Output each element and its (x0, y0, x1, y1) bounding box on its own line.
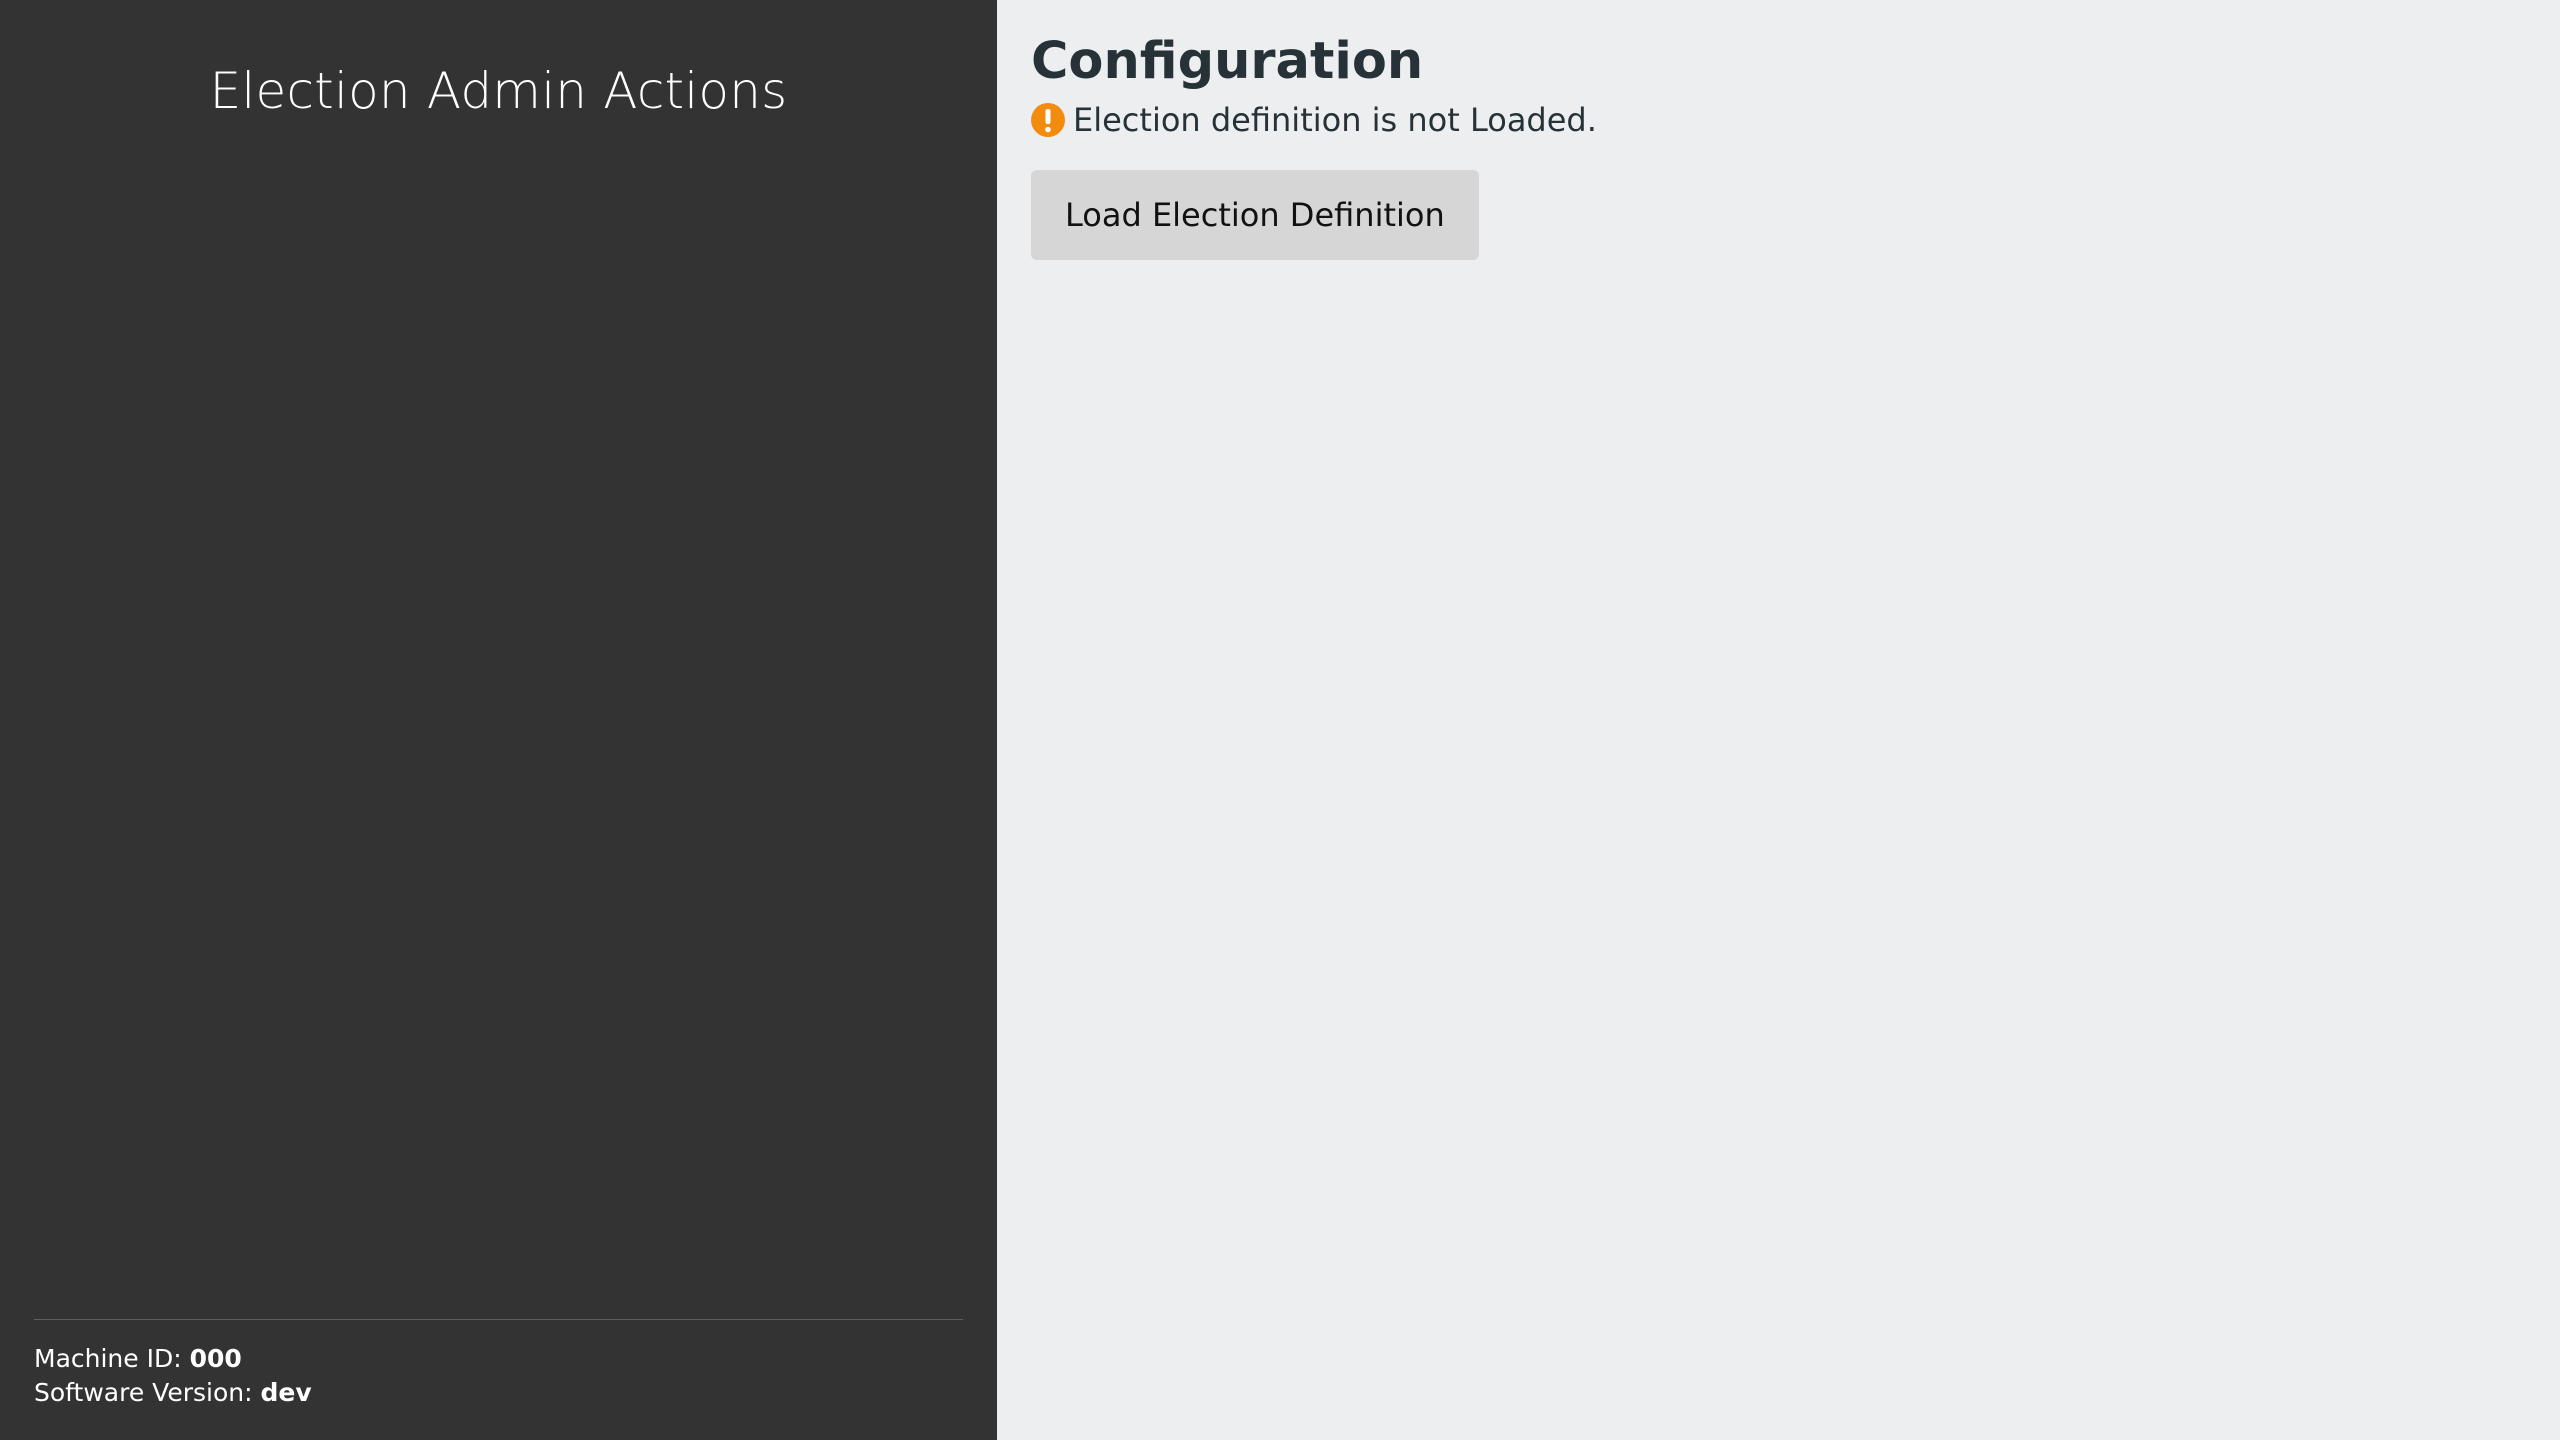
load-election-definition-button[interactable]: Load Election Definition (1031, 170, 1479, 260)
sidebar-title: Election Admin Actions (209, 62, 788, 120)
sidebar-footer: Machine ID: 000 Software Version: dev (34, 1319, 963, 1410)
machine-id-row: Machine ID: 000 (34, 1342, 963, 1376)
page-title: Configuration (1031, 32, 1424, 91)
machine-id-label: Machine ID: (34, 1344, 182, 1373)
election-status: Election definition is not Loaded. (1031, 100, 2526, 140)
warning-circle-icon (1031, 103, 1065, 137)
software-version-label: Software Version: (34, 1378, 253, 1407)
software-version-row: Software Version: dev (34, 1376, 963, 1410)
machine-id-value: 000 (189, 1344, 242, 1373)
sidebar: Election Admin Actions Machine ID: 000 S… (0, 0, 997, 1440)
election-status-text: Election definition is not Loaded. (1073, 101, 1597, 139)
software-version-value: dev (260, 1378, 312, 1407)
main-panel: Configuration Election definition is not… (997, 0, 2560, 1440)
footer-divider (34, 1319, 963, 1320)
app-root: Election Admin Actions Machine ID: 000 S… (0, 0, 2560, 1440)
